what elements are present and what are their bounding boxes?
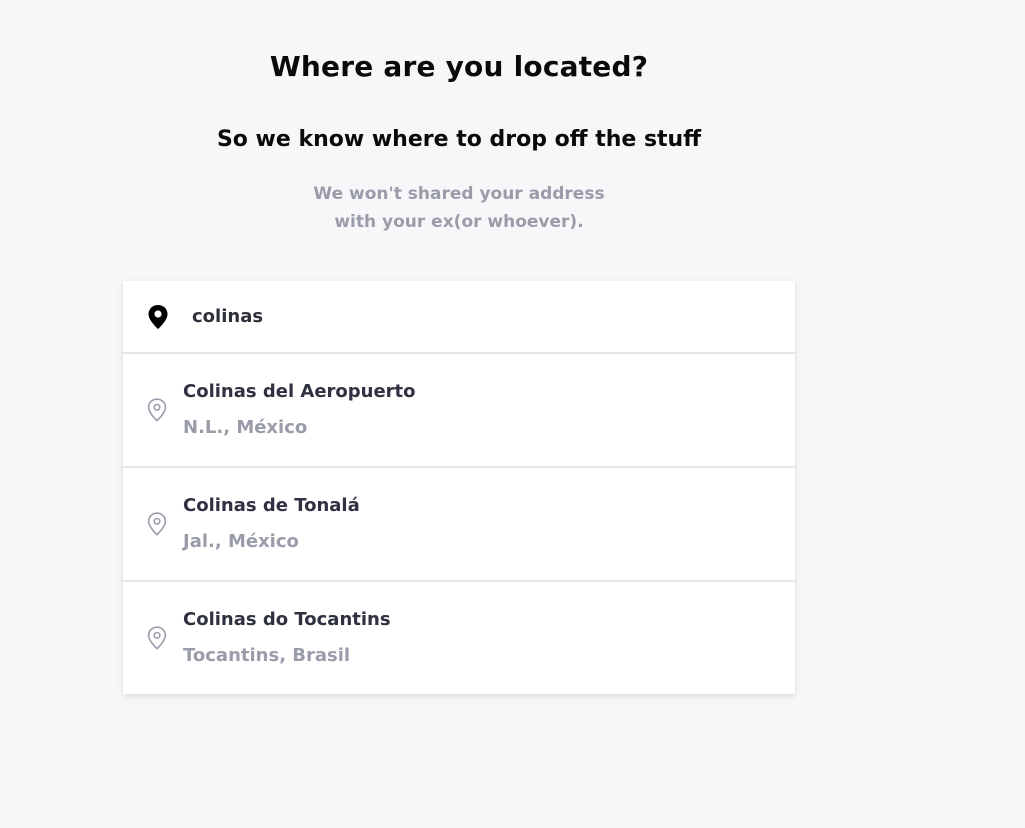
- location-search-row: [123, 281, 795, 354]
- location-result-region: Tocantins, Brasil: [183, 645, 351, 666]
- privacy-note-line-2: with your ex(or whoever).: [334, 212, 584, 232]
- map-pin-outline-icon: [146, 625, 168, 651]
- location-result-name: Colinas do Tocantins: [183, 609, 391, 630]
- page-subtitle: So we know where to drop off the stuff: [216, 127, 702, 152]
- map-pin-outline-icon: [146, 397, 168, 423]
- location-result-region: N.L., México: [183, 417, 308, 438]
- location-result-item[interactable]: Colinas de Tonalá Jal., México: [123, 468, 795, 582]
- location-search-input[interactable]: [192, 301, 752, 332]
- location-result-item[interactable]: Colinas del Aeropuerto N.L., México: [123, 354, 795, 468]
- location-result-item[interactable]: Colinas do Tocantins Tocantins, Brasil: [123, 582, 795, 694]
- privacy-note: We won't shared your address with your e…: [123, 180, 795, 236]
- location-search-card: Colinas del Aeropuerto N.L., México Coli…: [123, 281, 795, 694]
- location-result-name: Colinas del Aeropuerto: [183, 381, 416, 402]
- map-pin-filled-icon: [146, 303, 170, 331]
- privacy-note-line-1: We won't shared your address: [313, 184, 605, 204]
- page-title: Where are you located?: [269, 50, 649, 83]
- location-result-name: Colinas de Tonalá: [183, 495, 360, 516]
- location-result-region: Jal., México: [183, 531, 299, 552]
- map-pin-outline-icon: [146, 511, 168, 537]
